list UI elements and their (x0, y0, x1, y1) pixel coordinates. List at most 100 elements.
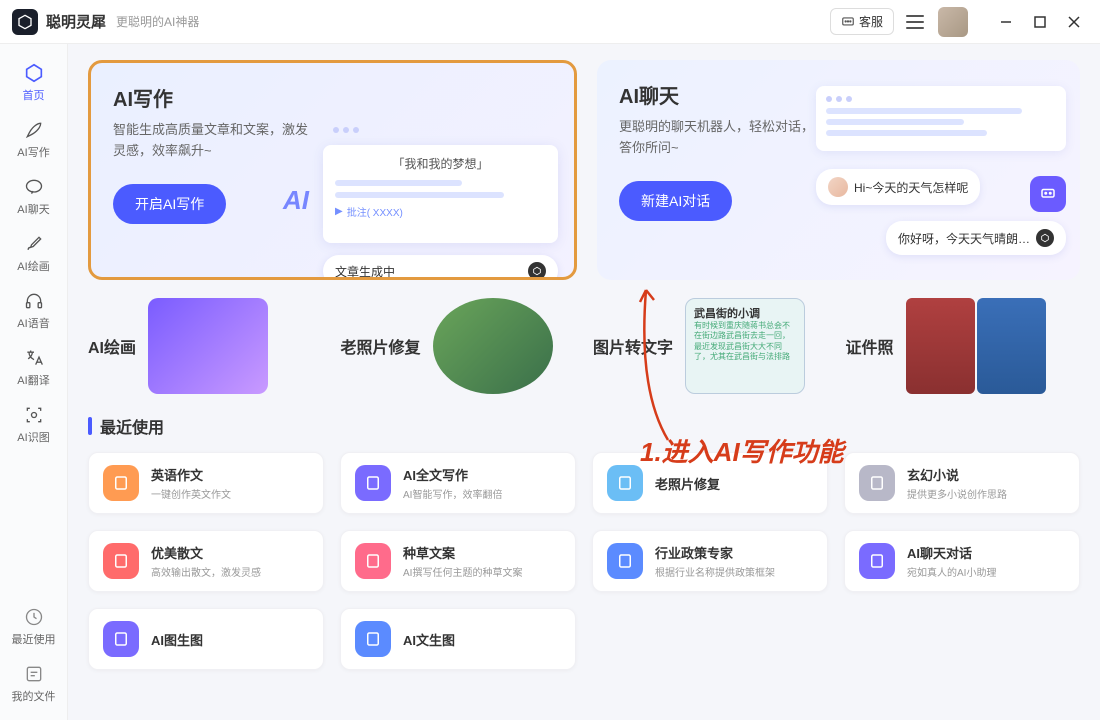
tile-ocr-label: 图片转文字 (593, 334, 673, 358)
tile-photo-label: 老照片修复 (341, 334, 421, 358)
hero-write-desc: 智能生成高质量文章和文案，激发灵感，效率飙升~ (113, 120, 313, 162)
hero-write-title: AI写作 (113, 83, 552, 112)
recent-card-title: AI聊天对话 (907, 543, 996, 562)
tile-photo-restore[interactable]: 老照片修复 (341, 298, 576, 394)
tile-id-photo[interactable]: 证件照 (846, 298, 1081, 394)
recent-card-sub: 一键创作英文作文 (151, 486, 231, 501)
recent-card-icon (859, 543, 895, 579)
recent-card-title: 英语作文 (151, 465, 231, 484)
sidebar-item-label: AI翻译 (17, 372, 49, 388)
sidebar-item-label: 我的文件 (12, 688, 56, 704)
tile-id-thumb (906, 298, 1046, 394)
recent-card-icon (607, 543, 643, 579)
recent-card-sub: AI撰写任何主题的种草文案 (403, 564, 522, 579)
app-logo (12, 9, 38, 35)
sidebar-item-ocr[interactable]: AI识图 (4, 396, 64, 451)
sidebar-item-label: AI写作 (17, 144, 49, 160)
customer-service-button[interactable]: 客服 (830, 8, 894, 35)
maximize-icon (1034, 16, 1046, 28)
recent-card-sub: 提供更多小说创作思路 (907, 486, 1007, 501)
mock-status-pill: 文章生成中 (323, 255, 558, 280)
recent-card[interactable]: AI全文写作AI智能写作，效率翻倍 (340, 452, 576, 514)
hex-icon (528, 262, 546, 280)
sidebar-item-label: AI语音 (17, 315, 49, 331)
tile-paint-thumb (148, 298, 268, 394)
close-button[interactable] (1060, 8, 1088, 36)
hamburger-menu-button[interactable] (906, 15, 924, 29)
chat-bubble-user: Hi~今天的天气怎样呢 (816, 169, 980, 205)
recent-card-title: 优美散文 (151, 543, 261, 562)
scan-icon (23, 404, 45, 426)
sidebar-item-paint[interactable]: AI绘画 (4, 225, 64, 280)
recent-card-icon (103, 465, 139, 501)
tile-ocr-thumb: 武昌街的小调 有时候到重庆随蒋书总会不在街边路武昌街去走一回，最近发现武昌街大大… (685, 298, 805, 394)
hero-chat-desc: 更聪明的聊天机器人，轻松对话，答你所问~ (619, 117, 819, 159)
recent-card[interactable]: 玄幻小说提供更多小说创作思路 (844, 452, 1080, 514)
close-icon (1067, 15, 1081, 29)
tile-ocr[interactable]: 图片转文字 武昌街的小调 有时候到重庆随蒋书总会不在街边路武昌街去走一回，最近发… (593, 298, 828, 394)
recent-card-title: 老照片修复 (655, 474, 720, 493)
sidebar-item-voice[interactable]: AI语音 (4, 282, 64, 337)
recent-card[interactable]: 优美散文高效输出散文，激发灵感 (88, 530, 324, 592)
recent-card-title: 行业政策专家 (655, 543, 775, 562)
sidebar-item-recent[interactable]: 最近使用 (4, 598, 64, 653)
recent-card[interactable]: 行业政策专家根据行业名称提供政策框架 (592, 530, 828, 592)
sidebar-item-label: AI绘画 (17, 258, 49, 274)
start-ai-write-button[interactable]: 开启AI写作 (113, 184, 226, 224)
sidebar-item-label: 最近使用 (12, 631, 56, 647)
chat-icon (23, 176, 45, 198)
folder-icon (23, 663, 45, 685)
headphones-icon (23, 290, 45, 312)
sidebar-item-label: AI聊天 (17, 201, 49, 217)
hero-card-chat[interactable]: AI聊天 更聪明的聊天机器人，轻松对话，答你所问~ 新建AI对话 Hi~今天的天… (597, 60, 1080, 280)
recent-card-title: 玄幻小说 (907, 465, 1007, 484)
minimize-icon (999, 15, 1013, 29)
sidebar-item-home[interactable]: 首页 (4, 54, 64, 109)
titlebar: 聪明灵犀 更聪明的AI神器 客服 (0, 0, 1100, 44)
recent-card-icon (355, 543, 391, 579)
recent-card-title: AI图生图 (151, 630, 203, 649)
recent-card-icon (859, 465, 895, 501)
sidebar-item-chat[interactable]: AI聊天 (4, 168, 64, 223)
brush-icon (23, 233, 45, 255)
chat-fab-icon (1030, 176, 1066, 212)
mock-doc-title: 「我和我的梦想」 (335, 155, 546, 172)
recent-card[interactable]: AI文生图 (340, 608, 576, 670)
annotation-text: 1.进入AI写作功能 (640, 432, 844, 469)
recent-card[interactable]: AI聊天对话宛如真人的AI小助理 (844, 530, 1080, 592)
tile-photo-thumb (433, 298, 553, 394)
chat-bubble-icon (841, 15, 855, 29)
maximize-button[interactable] (1026, 8, 1054, 36)
user-avatar[interactable] (938, 7, 968, 37)
feather-icon (23, 119, 45, 141)
sidebar-item-label: 首页 (23, 87, 45, 103)
new-chat-button[interactable]: 新建AI对话 (619, 181, 732, 221)
recent-card-sub: 宛如真人的AI小助理 (907, 564, 996, 579)
recent-card-sub: 高效输出散文，激发灵感 (151, 564, 261, 579)
recent-card-icon (355, 465, 391, 501)
sidebar-item-files[interactable]: 我的文件 (4, 655, 64, 710)
ocr-doc-title: 武昌街的小调 (694, 305, 760, 321)
recent-card-icon (355, 621, 391, 657)
recent-card-icon (103, 543, 139, 579)
recent-card-title: AI全文写作 (403, 465, 502, 484)
feature-tile-row: AI绘画 老照片修复 图片转文字 武昌街的小调 有时候到重庆随蒋书总会不在街边路… (88, 298, 1080, 394)
recent-grid: 英语作文一键创作英文作文 AI全文写作AI智能写作，效率翻倍 老照片修复 玄幻小说提供… (88, 452, 1080, 670)
sidebar-item-translate[interactable]: AI翻译 (4, 339, 64, 394)
recent-card-title: 种草文案 (403, 543, 522, 562)
recent-card[interactable]: 英语作文一键创作英文作文 (88, 452, 324, 514)
home-hex-icon (23, 62, 45, 84)
tile-paint-label: AI绘画 (88, 334, 136, 358)
tile-paint[interactable]: AI绘画 (88, 298, 323, 394)
sidebar-item-write[interactable]: AI写作 (4, 111, 64, 166)
hero-card-write[interactable]: AI写作 智能生成高质量文章和文案，激发灵感，效率飙升~ 开启AI写作 AI 「… (88, 60, 577, 280)
translate-icon (23, 347, 45, 369)
recent-card-icon (103, 621, 139, 657)
recent-card[interactable]: AI图生图 (88, 608, 324, 670)
recent-section-head: 最近使用 (88, 414, 1080, 438)
main-content: AI写作 智能生成高质量文章和文案，激发灵感，效率飙升~ 开启AI写作 AI 「… (68, 44, 1100, 720)
chat-bubble-ai: 你好呀，今天天气晴朗… (886, 221, 1066, 255)
minimize-button[interactable] (992, 8, 1020, 36)
recent-card[interactable]: 种草文案 AI撰写任何主题的种草文案 (340, 530, 576, 592)
mock-annotation-tag: ▶ 批注( XXXX) (335, 204, 546, 219)
